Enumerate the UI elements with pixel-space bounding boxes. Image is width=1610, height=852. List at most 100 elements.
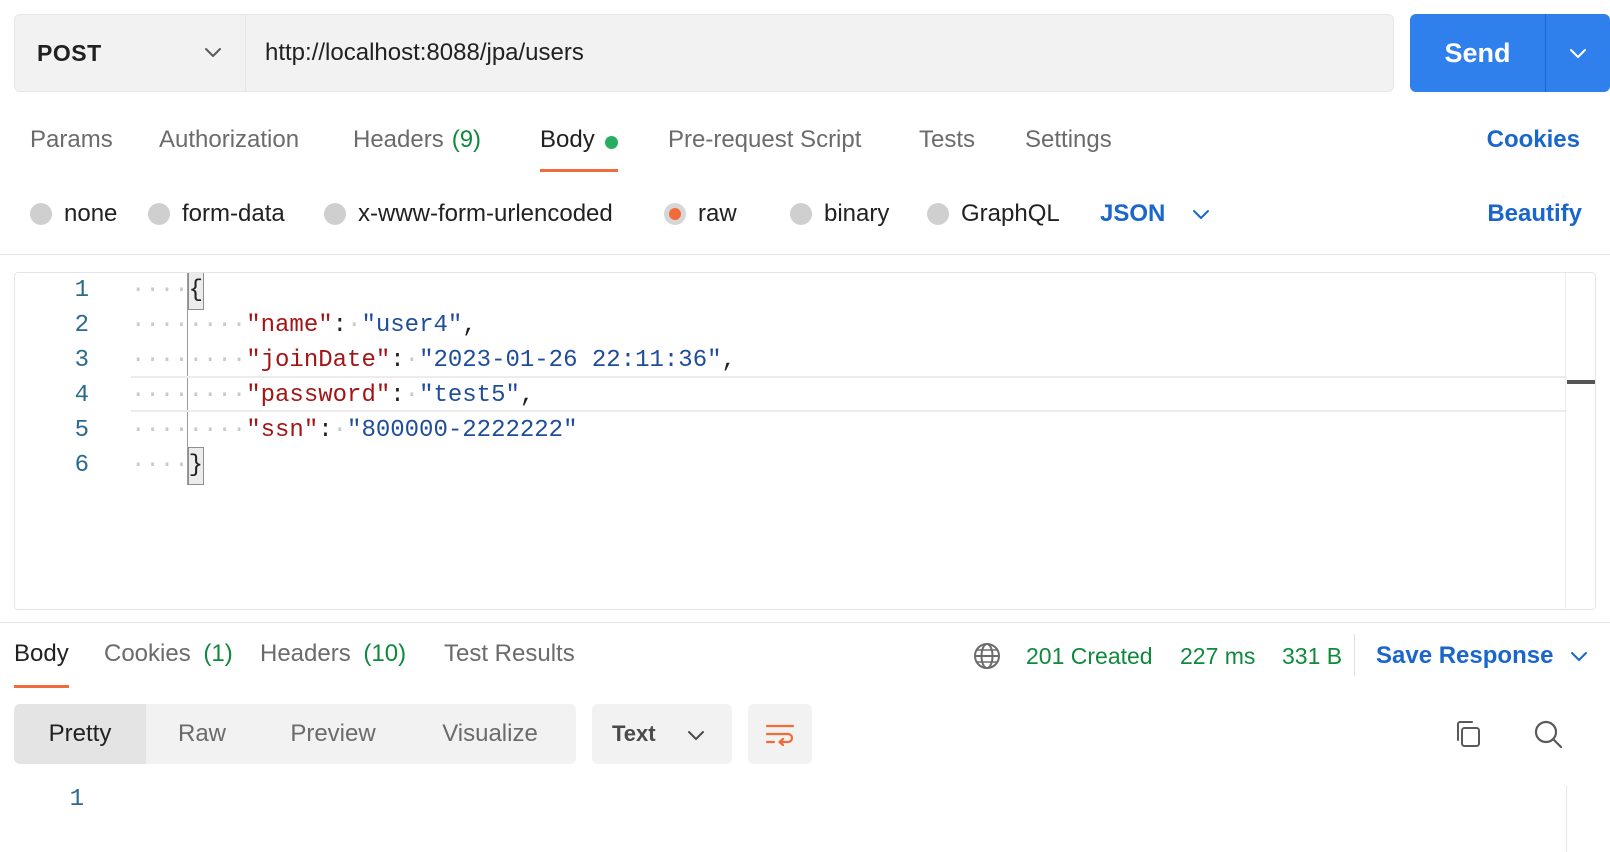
brace-close: }: [187, 447, 205, 485]
radio-form-data[interactable]: form-data: [148, 192, 285, 236]
chevron-down-icon: [688, 731, 704, 740]
brace-open: {: [187, 273, 205, 310]
copy-button[interactable]: [1450, 716, 1486, 752]
tab-label: Settings: [1025, 126, 1112, 153]
search-button[interactable]: [1530, 716, 1566, 752]
response-view-modes: Pretty Raw Preview Visualize: [14, 704, 576, 764]
radio-label: raw: [698, 200, 737, 227]
divider: [1354, 634, 1355, 676]
tab-body[interactable]: Body: [540, 118, 618, 174]
chevron-down-icon: [1193, 210, 1210, 219]
radio-circle: [790, 203, 812, 225]
radio-none[interactable]: none: [30, 192, 117, 236]
send-button[interactable]: Send: [1410, 14, 1545, 92]
json-comma: ,: [462, 312, 477, 339]
code-text: ····{: [131, 273, 205, 310]
line-number: 4: [74, 382, 89, 409]
response-size[interactable]: 331 B: [1282, 636, 1342, 676]
code-line: 3 ········"joinDate":·"2023-01-26 22:11:…: [15, 343, 1565, 379]
tab-settings[interactable]: Settings: [1025, 118, 1112, 174]
status-badge[interactable]: 201 Created: [1026, 636, 1153, 676]
tab-label: Params: [30, 126, 113, 153]
json-key: "ssn": [246, 417, 319, 444]
response-tab-test-results[interactable]: Test Results: [444, 636, 575, 688]
tab-label: Headers: [260, 640, 351, 667]
view-mode-visualize[interactable]: Visualize: [408, 704, 572, 764]
radio-circle: [927, 203, 949, 225]
line-number: 3: [74, 347, 89, 374]
tab-label: Authorization: [159, 126, 300, 153]
chevron-down-icon: [1571, 652, 1588, 661]
headers-count: (9): [451, 126, 482, 153]
radio-circle-checked: [664, 203, 686, 225]
format-label: Text: [612, 721, 656, 746]
response-format-select[interactable]: Text: [592, 704, 732, 764]
radio-raw[interactable]: raw: [664, 192, 737, 236]
json-comma: ,: [519, 382, 535, 409]
divider: [0, 254, 1610, 255]
tab-authorization[interactable]: Authorization: [159, 118, 299, 174]
tab-label: Body: [540, 126, 595, 153]
raw-format-select[interactable]: JSON: [1100, 192, 1211, 236]
method-select[interactable]: POST: [15, 15, 246, 91]
code-text: ········"ssn":·"800000-2222222": [131, 417, 578, 444]
json-comma: ,: [721, 347, 736, 374]
radio-label: none: [64, 200, 118, 227]
radio-circle: [324, 203, 346, 225]
body-indicator-dot: [604, 136, 618, 149]
json-value: "user4": [361, 312, 463, 339]
format-label: JSON: [1100, 200, 1166, 227]
tab-headers[interactable]: Headers (9): [353, 118, 481, 174]
tab-pre-request-script[interactable]: Pre-request Script: [668, 118, 861, 174]
send-button-group: Send: [1410, 14, 1610, 92]
view-mode-pretty[interactable]: Pretty: [14, 704, 146, 764]
cookies-link[interactable]: Cookies: [1487, 126, 1580, 154]
send-options-button[interactable]: [1546, 14, 1610, 92]
line-number: 2: [74, 312, 89, 339]
code-line: 2 ········"name":·"user4",: [15, 308, 1565, 344]
save-response-label: Save Response: [1376, 642, 1554, 669]
method-label: POST: [37, 39, 102, 66]
code-line: 4 ········"password":·"test5",: [15, 378, 1565, 414]
request-bar: POST http://localhost:8088/jpa/users Sen…: [14, 14, 1610, 92]
beautify-button[interactable]: Beautify: [1487, 192, 1582, 236]
radio-x-www-form-urlencoded[interactable]: x-www-form-urlencoded: [324, 192, 613, 236]
view-mode-raw[interactable]: Raw: [146, 704, 258, 764]
tab-params[interactable]: Params: [30, 118, 113, 174]
response-tab-cookies[interactable]: Cookies (1): [104, 636, 233, 688]
body-type-options: none form-data x-www-form-urlencoded raw…: [30, 192, 1582, 236]
json-key: "password": [246, 382, 391, 409]
radio-label: x-www-form-urlencoded: [358, 200, 613, 227]
response-tab-body[interactable]: Body: [14, 636, 69, 688]
code-text: ········"password":·"test5",: [131, 382, 535, 409]
scroll-position-marker: [1567, 380, 1595, 384]
radio-label: binary: [824, 200, 890, 227]
radio-binary[interactable]: binary: [790, 192, 889, 236]
network-info-button[interactable]: [972, 636, 1002, 676]
code-line: 1 ····{: [15, 273, 1565, 310]
tab-tests[interactable]: Tests: [919, 118, 975, 174]
view-mode-preview[interactable]: Preview: [258, 704, 408, 764]
tab-label: Headers: [353, 126, 444, 153]
save-response-button[interactable]: Save Response: [1376, 636, 1589, 676]
url-input[interactable]: http://localhost:8088/jpa/users: [265, 15, 584, 91]
wrap-lines-button[interactable]: [748, 704, 812, 764]
response-time[interactable]: 227 ms: [1180, 636, 1255, 676]
radio-graphql[interactable]: GraphQL: [927, 192, 1060, 236]
line-number: 5: [74, 417, 89, 444]
editor-scrollbar[interactable]: [1565, 273, 1595, 609]
radio-label: form-data: [182, 200, 285, 227]
request-body-editor[interactable]: 1 ····{ 2 ········"name":·"user4", 3 ···…: [14, 272, 1596, 610]
json-value: "test5": [419, 382, 520, 409]
response-tab-headers[interactable]: Headers (10): [260, 636, 406, 688]
code-text: ····}: [131, 447, 205, 485]
code-line: 5 ········"ssn":·"800000-2222222": [15, 413, 1565, 449]
response-scrollbar[interactable]: [1566, 786, 1567, 852]
headers-count: (10): [363, 640, 407, 667]
tab-label: Test Results: [444, 640, 575, 667]
json-key: "name": [246, 312, 333, 339]
tab-label: Body: [14, 640, 69, 667]
response-line-number: 1: [69, 786, 84, 813]
json-value: "2023-01-26 22:11:36": [419, 347, 722, 374]
json-key: "joinDate": [246, 347, 391, 374]
